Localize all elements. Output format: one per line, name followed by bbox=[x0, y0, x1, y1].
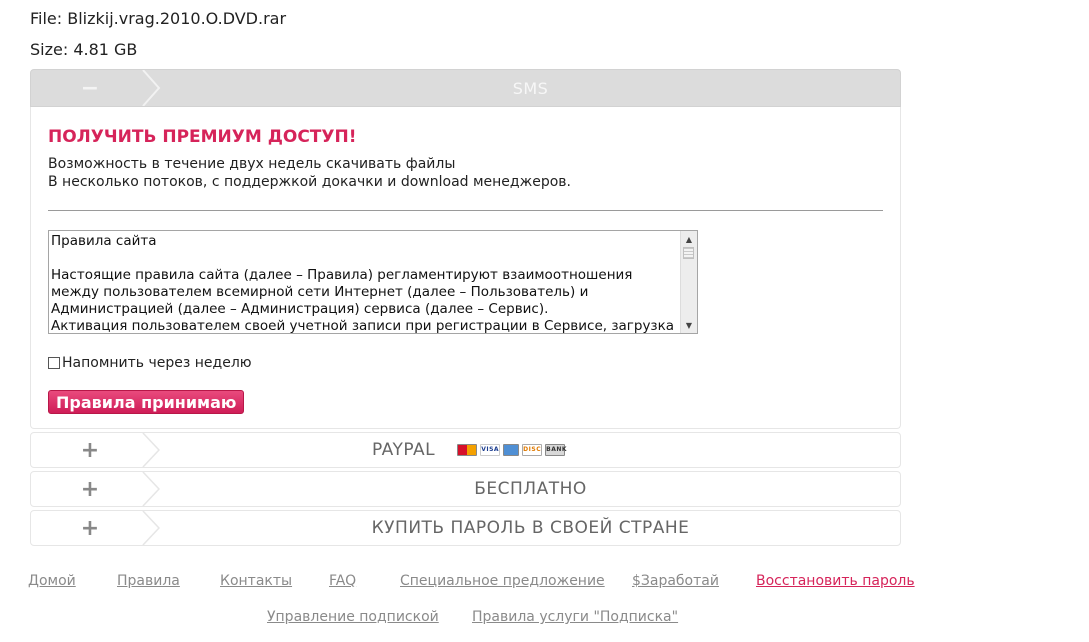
footer-links-2: Управление подпиской Правила услуги "Под… bbox=[0, 609, 1089, 629]
country-header[interactable]: + КУПИТЬ ПАРОЛЬ В СВОЕЙ СТРАНЕ bbox=[30, 510, 901, 546]
scroll-down-icon[interactable]: ▼ bbox=[681, 318, 697, 332]
paypal-header[interactable]: + PAYPAL VISA DISC BANK bbox=[30, 432, 901, 468]
amex-icon bbox=[503, 444, 520, 456]
premium-title: ПОЛУЧИТЬ ПРЕМИУМ ДОСТУП! bbox=[48, 127, 357, 147]
sms-header[interactable]: − SMS bbox=[30, 69, 901, 107]
rules-text: Правила сайта Настоящие правила сайта (д… bbox=[51, 233, 675, 334]
payment-cards: VISA DISC BANK bbox=[457, 444, 567, 456]
sms-title: SMS bbox=[512, 78, 549, 98]
collapse-icon[interactable]: − bbox=[31, 70, 149, 106]
accept-rules-button[interactable]: Правила принимаю bbox=[48, 390, 245, 414]
expand-icon[interactable]: + bbox=[31, 472, 149, 506]
footer-link-earn[interactable]: $Заработай bbox=[632, 573, 719, 589]
separator-arrow-icon bbox=[142, 433, 161, 467]
footer-link-contacts[interactable]: Контакты bbox=[220, 573, 292, 589]
separator-arrow-icon bbox=[142, 472, 161, 506]
free-title: БЕСПЛАТНО bbox=[474, 479, 587, 499]
visa-icon: VISA bbox=[480, 444, 501, 456]
discover-icon: DISC bbox=[522, 444, 543, 456]
free-section: + БЕСПЛАТНО bbox=[30, 471, 901, 507]
scroll-thumb[interactable] bbox=[683, 247, 694, 259]
expand-icon[interactable]: + bbox=[31, 433, 149, 467]
footer-link-home[interactable]: Домой bbox=[28, 573, 76, 589]
scroll-up-icon[interactable]: ▲ bbox=[681, 232, 697, 246]
premium-line-1: Возможность в течение двух недель скачив… bbox=[48, 156, 456, 172]
remind-label: Напомнить через неделю bbox=[62, 355, 252, 371]
footer-link-subscription-rules[interactable]: Правила услуги "Подписка" bbox=[472, 609, 678, 625]
footer-link-restore-password[interactable]: Восстановить пароль bbox=[756, 573, 915, 589]
free-header[interactable]: + БЕСПЛАТНО bbox=[30, 471, 901, 507]
sms-panel: ПОЛУЧИТЬ ПРЕМИУМ ДОСТУП! Возможность в т… bbox=[30, 107, 901, 429]
sms-section: − SMS ПОЛУЧИТЬ ПРЕМИУМ ДОСТУП! Возможнос… bbox=[30, 69, 901, 429]
premium-line-2: В несколько потоков, с поддержкой докачк… bbox=[48, 174, 571, 190]
paypal-title: PAYPAL bbox=[372, 440, 436, 460]
footer-link-subscription-manage[interactable]: Управление подпиской bbox=[267, 609, 439, 625]
file-size: Size: 4.81 GB bbox=[30, 40, 138, 59]
footer-link-rules[interactable]: Правила bbox=[117, 573, 180, 589]
mastercard-icon bbox=[457, 444, 478, 456]
file-name: File: Blizkij.vrag.2010.O.DVD.rar bbox=[30, 9, 287, 28]
premium-description: Возможность в течение двух недель скачив… bbox=[48, 155, 571, 191]
remind-option[interactable]: Напомнить через неделю bbox=[48, 355, 252, 371]
paypal-section: + PAYPAL VISA DISC BANK bbox=[30, 432, 901, 468]
country-title: КУПИТЬ ПАРОЛЬ В СВОЕЙ СТРАНЕ bbox=[371, 518, 690, 538]
rules-scrollbar[interactable]: ▲ ▼ bbox=[680, 231, 697, 333]
bank-icon: BANK bbox=[545, 444, 567, 456]
rules-textarea[interactable]: Правила сайта Настоящие правила сайта (д… bbox=[48, 230, 698, 334]
footer-links: Домой Правила Контакты FAQ Специальное п… bbox=[0, 573, 1089, 593]
expand-icon[interactable]: + bbox=[31, 511, 149, 545]
country-section: + КУПИТЬ ПАРОЛЬ В СВОЕЙ СТРАНЕ bbox=[30, 510, 901, 546]
footer-link-faq[interactable]: FAQ bbox=[329, 573, 356, 589]
remind-checkbox[interactable] bbox=[48, 357, 60, 369]
divider bbox=[48, 210, 883, 211]
separator-arrow-icon bbox=[142, 511, 161, 545]
separator-arrow-icon bbox=[142, 70, 161, 106]
footer-link-special-offer[interactable]: Специальное предложение bbox=[400, 573, 605, 589]
